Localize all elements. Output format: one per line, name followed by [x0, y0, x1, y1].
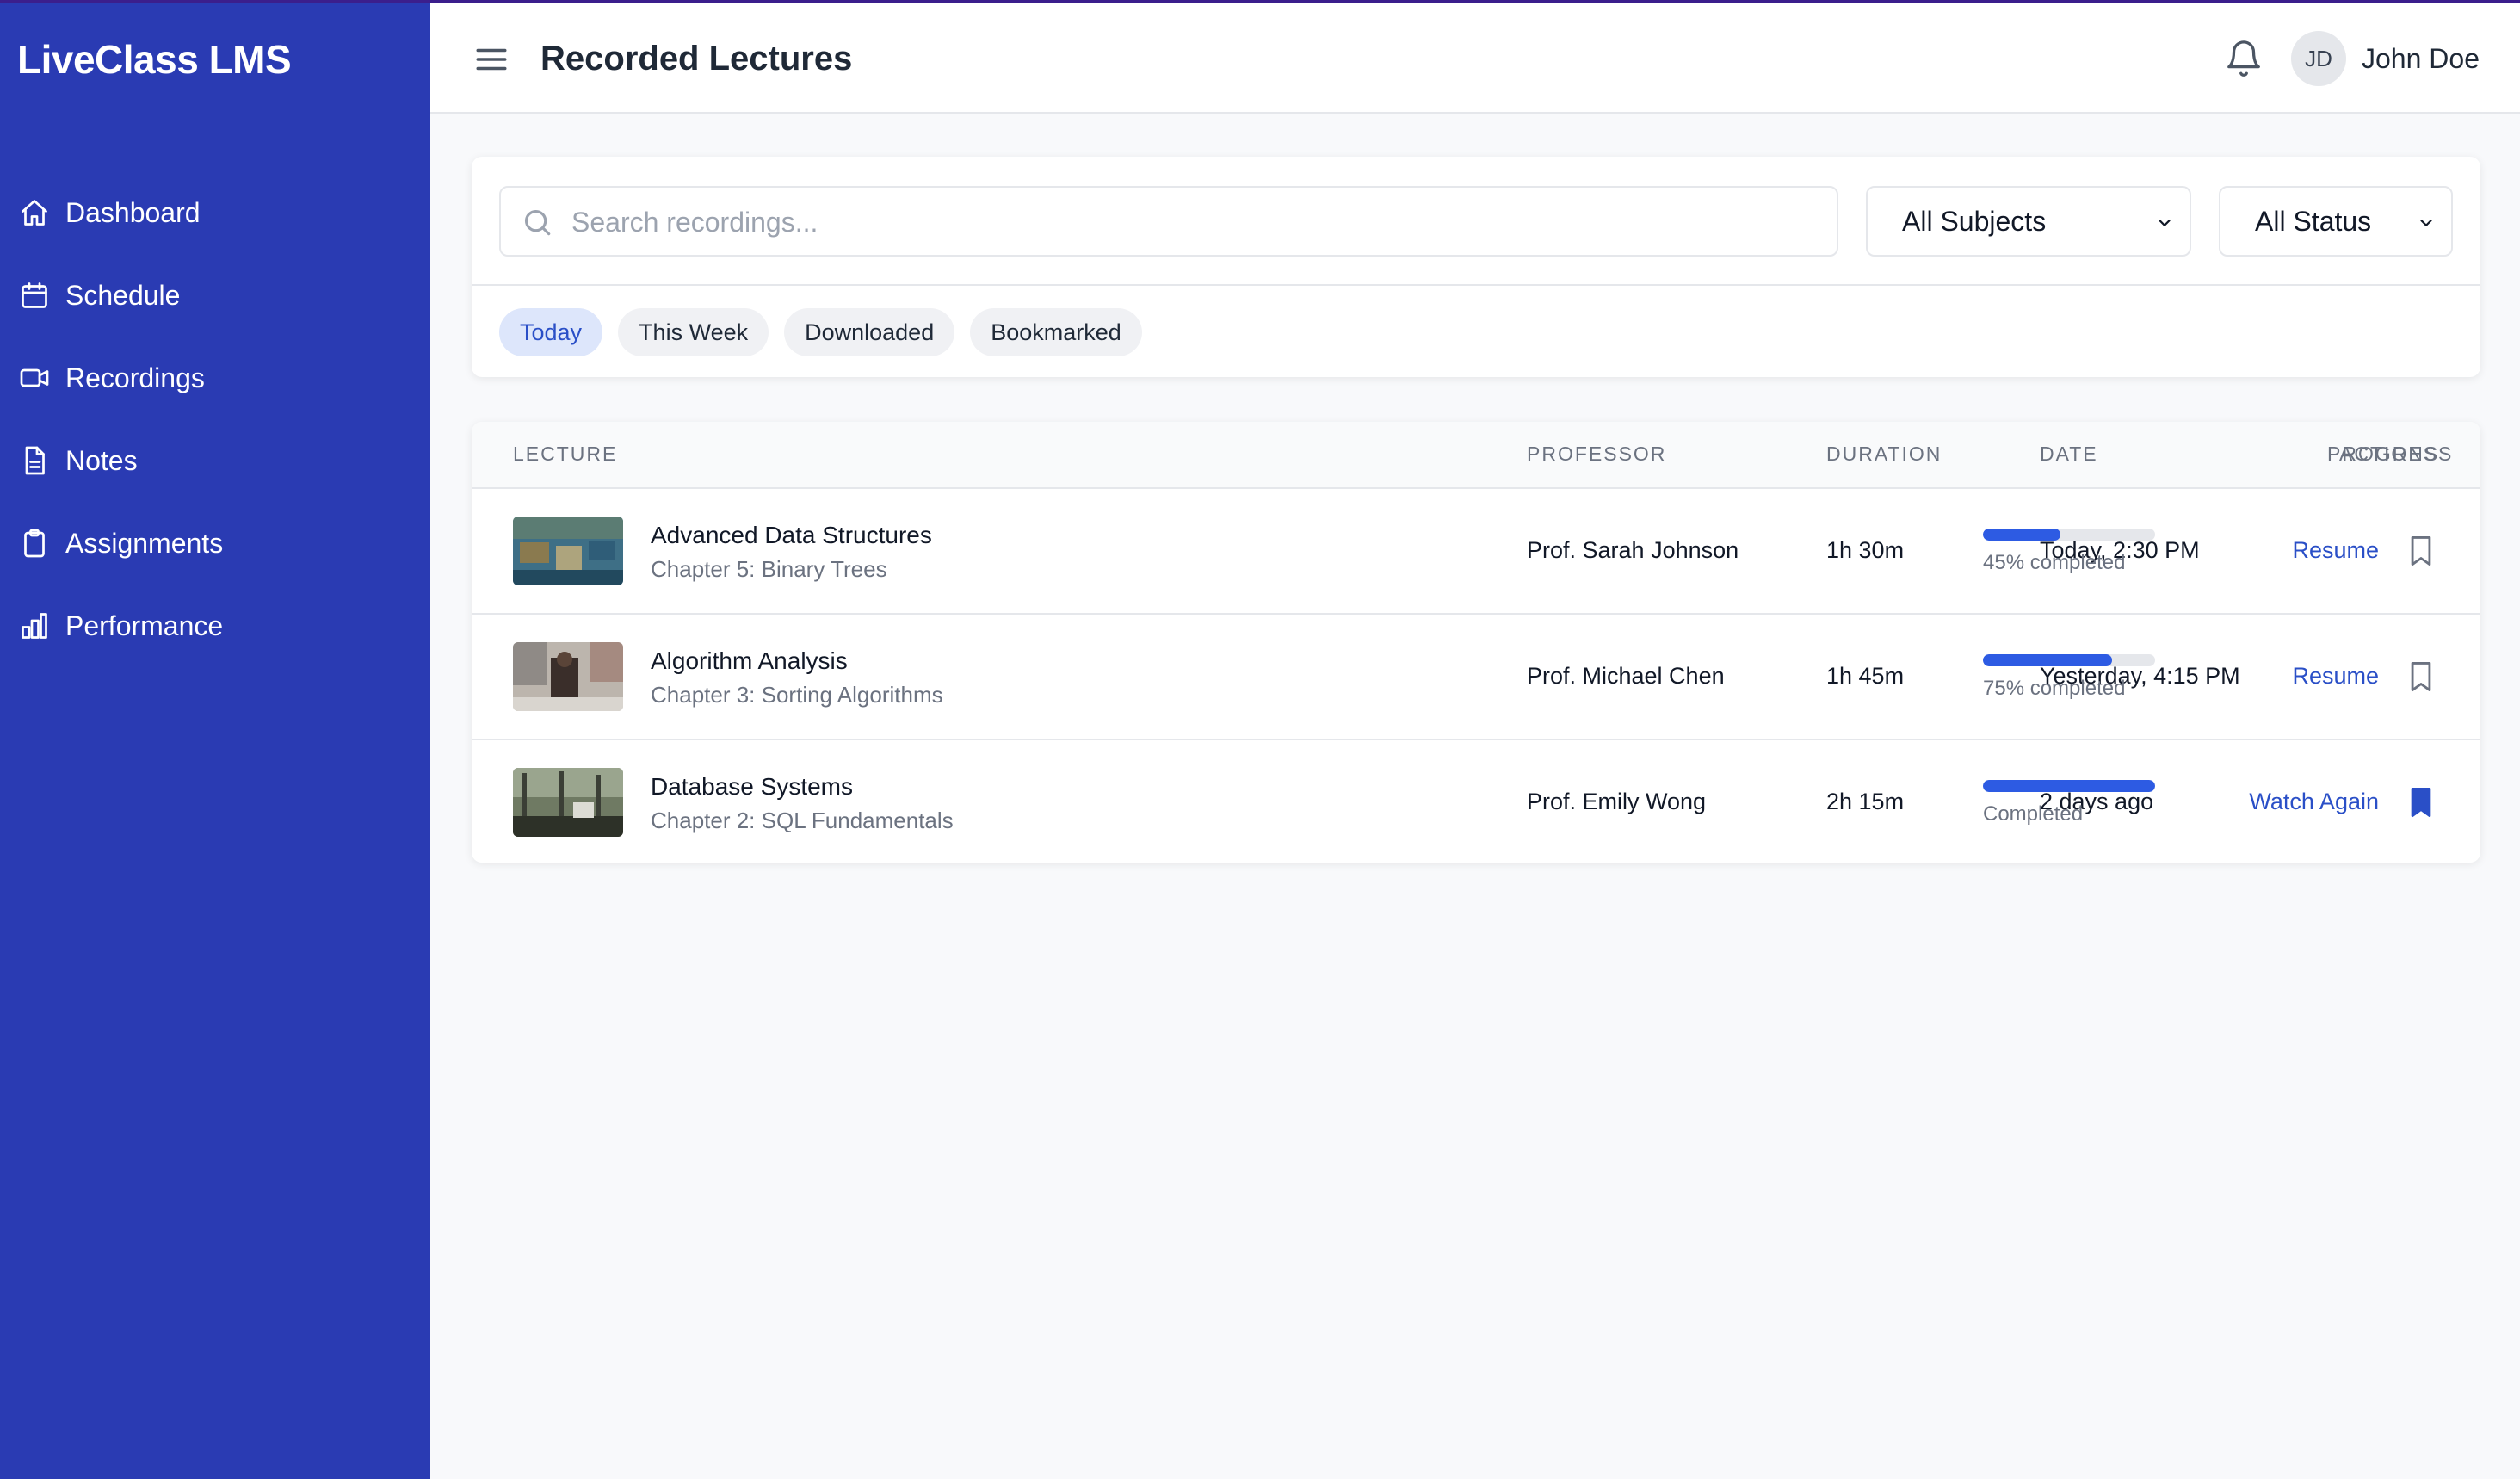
hamburger-menu-icon[interactable] — [473, 41, 510, 77]
lecture-thumbnail[interactable] — [513, 642, 623, 711]
professor-cell: Prof. Emily Wong — [1527, 789, 1707, 814]
lecture-title[interactable]: Database Systems — [651, 773, 853, 801]
sidebar-item-notes[interactable]: Notes — [0, 419, 430, 502]
table-header: LECTURE PROFESSOR DURATION DATE PROGRESS… — [472, 422, 2480, 487]
avatar[interactable]: JD — [2291, 31, 2346, 86]
sidebar-item-recordings[interactable]: Recordings — [0, 337, 430, 419]
column-header-lecture: LECTURE — [513, 442, 618, 465]
page-title: Recorded Lectures — [540, 40, 853, 77]
duration-cell: 1h 45m — [1826, 663, 1905, 689]
resume-button[interactable]: Resume — [2241, 663, 2379, 690]
sidebar-item-label: Dashboard — [65, 196, 201, 228]
divider — [472, 284, 2480, 286]
sidebar-item-performance[interactable]: Performance — [0, 585, 430, 667]
bookmark-outline-icon[interactable] — [2406, 659, 2436, 694]
column-header-date: DATE — [2040, 442, 2098, 465]
sidebar-item-label: Recordings — [65, 362, 205, 393]
filter-chips: Today This Week Downloaded Bookmarked — [499, 308, 1158, 356]
app-root: LiveClass LMS Dashboard Schedule Recordi… — [0, 0, 2520, 1479]
search-icon — [524, 209, 551, 236]
calendar-icon — [22, 282, 47, 308]
lecture-chapter: Chapter 3: Sorting Algorithms — [651, 682, 943, 708]
duration-cell: 2h 15m — [1826, 789, 1905, 814]
sidebar-item-assignments[interactable]: Assignments — [0, 502, 430, 585]
progress-fill — [1983, 780, 2155, 792]
lecture-thumbnail[interactable] — [513, 768, 623, 837]
table-row[interactable]: Algorithm Analysis Chapter 3: Sorting Al… — [472, 613, 2480, 739]
subject-select[interactable]: All Subjects — [1866, 186, 2191, 257]
clipboard-icon — [24, 529, 45, 558]
progress-label: 45% completed — [1983, 551, 2126, 574]
chevron-down-icon — [2420, 220, 2432, 226]
bell-icon[interactable] — [2224, 38, 2264, 79]
professor-cell: Prof. Sarah Johnson — [1527, 537, 1739, 563]
brand-logo: LiveClass LMS — [17, 37, 292, 82]
column-header-duration: DURATION — [1826, 442, 1942, 465]
chip-bookmarked[interactable]: Bookmarked — [970, 308, 1142, 356]
home-icon — [22, 200, 47, 226]
lecture-chapter: Chapter 2: SQL Fundamentals — [651, 808, 954, 833]
filter-panel: All Subjects All Status Today This Week … — [472, 157, 2480, 377]
progress-bar — [1983, 780, 2155, 792]
resume-button[interactable]: Resume — [2241, 537, 2379, 564]
table-row[interactable]: Database Systems Chapter 2: SQL Fundamen… — [472, 739, 2480, 863]
subject-select-value: All Subjects — [1902, 205, 2047, 237]
progress-bar — [1983, 654, 2155, 666]
column-header-actions: ACTIONS — [2339, 442, 2440, 465]
status-select-value: All Status — [2255, 205, 2372, 237]
duration-cell: 1h 30m — [1826, 537, 1905, 563]
sidebar-item-label: Performance — [65, 610, 224, 641]
bookmark-outline-icon[interactable] — [2406, 534, 2436, 568]
sidebar-item-label: Assignments — [65, 527, 224, 559]
bar-chart-icon — [22, 613, 47, 639]
document-icon — [25, 446, 45, 475]
chip-this-week[interactable]: This Week — [618, 308, 769, 356]
recordings-table: LECTURE PROFESSOR DURATION DATE PROGRESS… — [472, 422, 2480, 863]
lecture-title[interactable]: Algorithm Analysis — [651, 647, 848, 675]
column-header-professor: PROFESSOR — [1527, 442, 1667, 465]
search-box — [499, 186, 1838, 257]
progress-label: Completed — [1983, 802, 2084, 826]
sidebar-item-label: Notes — [65, 444, 138, 476]
lecture-title[interactable]: Advanced Data Structures — [651, 522, 932, 549]
chip-today[interactable]: Today — [499, 308, 603, 356]
chevron-down-icon — [2159, 220, 2171, 226]
progress-fill — [1983, 529, 2060, 541]
professor-cell: Prof. Michael Chen — [1527, 663, 1725, 689]
watch-again-button[interactable]: Watch Again — [2190, 789, 2379, 815]
search-input[interactable] — [571, 196, 1811, 248]
bookmark-filled-icon[interactable] — [2406, 785, 2436, 820]
sidebar-nav: Dashboard Schedule Recordings Notes Assi… — [0, 171, 430, 667]
sidebar-item-schedule[interactable]: Schedule — [0, 254, 430, 337]
progress-fill — [1983, 654, 2112, 666]
lecture-chapter: Chapter 5: Binary Trees — [651, 556, 887, 582]
progress-label: 75% completed — [1983, 677, 2126, 700]
top-bar: Recorded Lectures JD John Doe — [430, 3, 2520, 114]
sidebar-item-dashboard[interactable]: Dashboard — [0, 171, 430, 254]
video-icon — [20, 368, 49, 387]
progress-bar — [1983, 529, 2155, 541]
status-select[interactable]: All Status — [2219, 186, 2453, 257]
chip-downloaded[interactable]: Downloaded — [784, 308, 955, 356]
lecture-thumbnail[interactable] — [513, 517, 623, 585]
sidebar-item-label: Schedule — [65, 279, 181, 311]
user-name[interactable]: John Doe — [2362, 43, 2480, 75]
sidebar: LiveClass LMS Dashboard Schedule Recordi… — [0, 3, 430, 1479]
table-row[interactable]: Advanced Data Structures Chapter 5: Bina… — [472, 487, 2480, 613]
